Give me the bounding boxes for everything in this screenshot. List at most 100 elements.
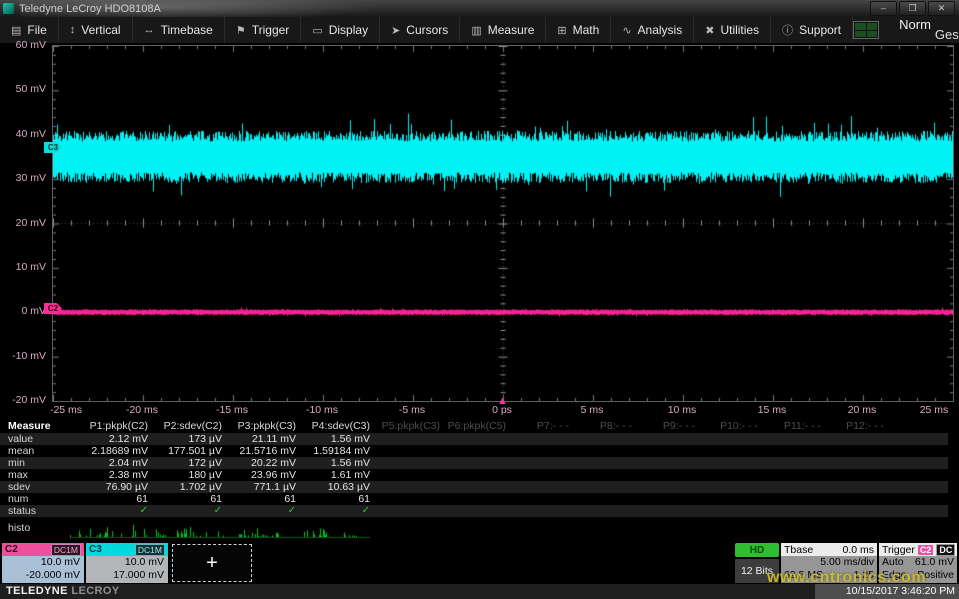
measure-param-header[interactable]: P6:pkpk(C5) xyxy=(446,420,512,433)
measure-param-header[interactable]: P11:- - - xyxy=(764,420,827,433)
tbase-label: Tbase xyxy=(784,544,813,556)
c2-offset: -20.000 mV xyxy=(6,569,80,582)
measure-param-header[interactable]: P2:sdev(C2) xyxy=(154,420,228,433)
brand-lecroy: LECROY xyxy=(71,585,119,597)
measure-cell: 76.90 µV xyxy=(70,481,154,493)
measure-row-label: num xyxy=(0,493,70,505)
x-axis-label: 15 ms xyxy=(758,404,787,416)
hd-badge: HD xyxy=(735,543,779,557)
channel-c3-box[interactable]: C3 DC1M 10.0 mV 17.000 mV xyxy=(86,543,168,583)
measure-row-label: mean xyxy=(0,445,70,457)
channel-c2-box[interactable]: C2 DC1M 10.0 mV -20.000 mV xyxy=(2,543,84,583)
y-axis-labels: 60 mV50 mV40 mV30 mV20 mV10 mV0 mV-10 mV… xyxy=(0,45,48,401)
measure-cell: 20.22 mV xyxy=(228,457,302,469)
measure-cell: 177.501 µV xyxy=(154,445,228,457)
histo-row-label: histo xyxy=(8,522,30,534)
measure-cell: 2.12 mV xyxy=(70,433,154,445)
add-trace-button[interactable]: + xyxy=(172,544,252,582)
measure-param-header[interactable]: P5:pkpk(C3) xyxy=(376,420,446,433)
grid-layout-button[interactable] xyxy=(853,21,879,39)
close-button[interactable]: ✕ xyxy=(928,1,955,16)
tbase-per-div: 5.00 ms/div xyxy=(820,556,874,569)
menu-measure[interactable]: ▥ Measure xyxy=(460,17,546,43)
gesture-label[interactable]: Gesture xyxy=(935,27,959,42)
measure-param-header[interactable]: P9:- - - xyxy=(638,420,701,433)
measure-param-header[interactable]: P7:- - - xyxy=(512,420,575,433)
analysis-icon: ∿ xyxy=(622,24,631,37)
menu-right-cluster: Norm Gesture Undo ↶ xyxy=(853,17,959,43)
vertical-icon: ↕ xyxy=(70,24,76,36)
menu-math[interactable]: ⊞Math xyxy=(546,17,611,43)
trigger-position-icon[interactable]: ▲ xyxy=(497,395,508,407)
c3-offset: 17.000 mV xyxy=(90,569,164,582)
measure-icon: ▥ xyxy=(471,24,481,37)
measure-param-header[interactable]: P4:sdev(C3) xyxy=(302,420,376,433)
c3-label: C3 xyxy=(89,544,102,555)
support-icon: ⓘ xyxy=(782,22,793,38)
measure-cell: 173 µV xyxy=(154,433,228,445)
restore-button[interactable]: ❐ xyxy=(899,1,926,16)
plot-region: 60 mV50 mV40 mV30 mV20 mV10 mV0 mV-10 mV… xyxy=(0,43,959,420)
x-axis-label: -20 ms xyxy=(126,404,158,416)
menu-label: Math xyxy=(573,23,600,37)
y-axis-label: 20 mV xyxy=(16,217,46,229)
measure-param-header[interactable]: P1:pkpk(C2) xyxy=(70,420,154,433)
trigger-label: Trigger xyxy=(882,544,915,556)
y-axis-label: 40 mV xyxy=(16,128,46,140)
menu-support[interactable]: ⓘSupport xyxy=(771,17,853,43)
measure-cell: 1.702 µV xyxy=(154,481,228,493)
measure-row-label: max xyxy=(0,469,70,481)
measure-param-header[interactable]: P3:pkpk(C3) xyxy=(228,420,302,433)
menu-label: Vertical xyxy=(81,23,120,37)
x-axis-label: 20 ms xyxy=(848,404,877,416)
utilities-icon: ✖ xyxy=(705,24,714,37)
menu-timebase[interactable]: ↔Timebase xyxy=(133,17,225,43)
menu-cursors[interactable]: ➤Cursors xyxy=(380,17,460,43)
plus-icon: + xyxy=(206,552,218,575)
watermark: www.cntronics.com xyxy=(767,569,926,587)
menu-trigger[interactable]: ⚑Trigger xyxy=(225,17,301,43)
menu-display[interactable]: ▭Display xyxy=(301,17,380,43)
minimize-button[interactable]: – xyxy=(870,1,897,16)
measure-cell: 61 xyxy=(154,493,228,505)
x-axis-label: 5 ms xyxy=(581,404,604,416)
x-axis-label: 10 ms xyxy=(668,404,697,416)
c3-coupling-badge: DC1M xyxy=(135,544,165,556)
brand-logo: TELEDYNE LECROY xyxy=(6,585,120,597)
menu-utilities[interactable]: ✖ Utilities xyxy=(694,17,771,43)
x-axis-label: -15 ms xyxy=(216,404,248,416)
title-bar: Teledyne LeCroy HDO8108A – ❐ ✕ xyxy=(0,0,959,17)
timebase-icon: ↔ xyxy=(144,24,155,36)
x-axis-label: 25 ms xyxy=(920,404,949,416)
measure-cell: 1.59184 mV xyxy=(302,445,376,457)
menu-analysis[interactable]: ∿ Analysis xyxy=(611,17,694,43)
y-axis-label: 0 mV xyxy=(21,305,46,317)
menu-label: Utilities xyxy=(720,23,759,37)
x-axis-label: -5 ms xyxy=(399,404,425,416)
measure-row-label: min xyxy=(0,457,70,469)
measure-cell: 21.5716 mV xyxy=(228,445,302,457)
measure-param-header[interactable]: P12:- - - xyxy=(827,420,890,433)
measure-cell: 2.04 mV xyxy=(70,457,154,469)
menu-vertical[interactable]: ↕ Vertical xyxy=(59,17,133,43)
measure-param-header[interactable]: P10:- - - xyxy=(701,420,764,433)
measure-cell: 771.1 µV xyxy=(228,481,302,493)
measure-cell: 2.18689 mV xyxy=(70,445,154,457)
measure-row-label: status xyxy=(0,505,70,517)
status-check-icon: ✓ xyxy=(228,505,302,517)
trigger-coupling-badge: DC xyxy=(936,544,955,556)
trigger-source-badge: C2 xyxy=(918,545,934,555)
measure-cell: 172 µV xyxy=(154,457,228,469)
status-check-icon: ✓ xyxy=(302,505,376,517)
trigger-level: 61.0 mV xyxy=(915,556,954,569)
menu-items: ▤File↕Vertical↔Timebase⚑Trigger▭Display➤… xyxy=(0,17,853,43)
measure-cell: 21.11 mV xyxy=(228,433,302,445)
y-axis-label: 50 mV xyxy=(16,83,46,95)
norm-gesture-area: Norm Gesture xyxy=(885,17,959,43)
display-icon: ▭ xyxy=(312,24,322,37)
waveform-grid[interactable]: C3 C2 ▲ xyxy=(52,45,954,402)
norm-label[interactable]: Norm xyxy=(899,17,931,32)
measure-param-header[interactable]: P8:- - - xyxy=(575,420,638,433)
menu-label: Measure xyxy=(488,23,535,37)
menu-label: Analysis xyxy=(638,23,683,37)
